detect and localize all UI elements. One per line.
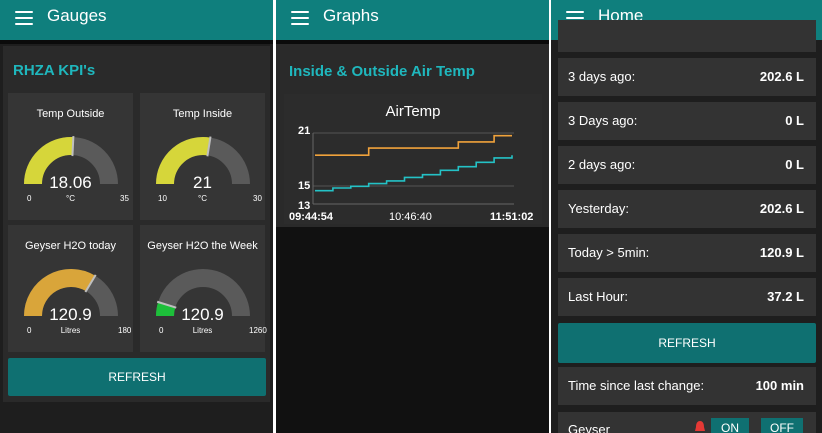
screen-title: Gauges [47,6,107,25]
stat-label: 3 Days ago: [568,113,638,128]
gauge-max: 1260 [249,326,267,335]
geyser-label: Geyser [568,422,610,433]
gauge-temp-outside: Temp Outside 18.06 °C 0 35 [8,93,133,220]
gauge-min: 0 [27,194,32,203]
gauge-max: 35 [120,194,129,203]
stat-label: 3 days ago: [568,69,636,84]
time-since-value: 100 min [755,378,804,393]
gauges-screen: Gauges RHZA KPI's Temp Outside 18.06 °C … [0,0,273,433]
gauge-temp-inside: Temp Inside 21 °C 10 30 [140,93,265,220]
stat-value: 37.2 L [767,289,804,304]
graphs-screen: Graphs Inside & Outside Air Temp AirTemp… [276,0,549,433]
refresh-button[interactable]: REFRESH [8,358,266,396]
stat-row: Today > 5min: 120.9 L [558,234,816,272]
stat-label: Today > 5min: [568,245,650,260]
section-title: RHZA KPI's [13,62,96,79]
chart-plot [312,132,514,205]
stat-row: 2 days ago: 0 L [558,146,816,184]
gauge-value: 120.9 [181,305,224,324]
x-tick-label: 10:46:40 [389,211,432,223]
stat-label: Yesterday: [568,201,629,216]
geyser-off-button[interactable]: OFF [761,418,803,433]
gauge-value: 21 [193,173,212,192]
stat-row: Last Hour: 37.2 L [558,278,816,316]
series-line-1 [315,155,513,192]
series-line-0 [315,134,512,156]
hamburger-menu-icon[interactable] [291,11,309,25]
gauge-title: Geyser H2O the Week [147,240,258,252]
divider [0,40,273,44]
airtemp-chart: AirTemp 21 15 13 09:44:54 10:46:40 11:51… [284,94,542,224]
home-screen: Home 3 days ago: 202.6 L 3 Days ago: 0 L… [551,0,822,433]
x-tick-label: 09:44:54 [289,211,334,223]
stat-label: 2 days ago: [568,157,636,172]
stat-label: Last Hour: [568,289,628,304]
y-tick-label: 21 [298,125,311,137]
row-partial [558,20,816,52]
gauge-value: 18.06 [49,173,92,192]
stat-row: 3 Days ago: 0 L [558,102,816,140]
stat-value: 120.9 L [759,245,804,260]
app-bar: Graphs [276,0,549,40]
x-tick-label: 11:51:02 [490,211,534,223]
gauge-geyser-today: Geyser H2O today 120.9 Litres 0 180 [8,225,133,352]
stat-row: Yesterday: 202.6 L [558,190,816,228]
gauge-max: 180 [118,326,132,335]
gauge-needle [71,136,75,157]
y-tick-label: 15 [298,180,311,192]
gauge-min: 0 [159,326,164,335]
gauge-title: Temp Inside [172,108,233,120]
screen-title: Graphs [323,6,379,25]
gauge-min: 10 [158,194,167,203]
section-title: Inside & Outside Air Temp [289,63,475,80]
gauge-min: 0 [27,326,32,335]
app-bar: Gauges [0,0,273,40]
stat-value: 0 L [785,157,804,172]
alarm-bell-icon [695,421,705,431]
time-since-row: Time since last change: 100 min [558,367,816,405]
gauge-title: Geyser H2O today [24,240,117,252]
stat-value: 202.6 L [759,201,804,216]
gauge-title: Temp Outside [36,108,105,120]
hamburger-menu-icon[interactable] [15,11,33,25]
refresh-button[interactable]: REFRESH [558,323,816,363]
gauge-value: 120.9 [49,305,92,324]
geyser-on-button[interactable]: ON [711,418,749,433]
gauge-geyser-week: Geyser H2O the Week 120.9 Litres 0 1260 [140,225,267,352]
stat-row: 3 days ago: 202.6 L [558,58,816,96]
time-since-label: Time since last change: [568,378,705,393]
gauge-max: 30 [253,194,262,203]
stat-value: 202.6 L [759,69,804,84]
stat-value: 0 L [785,113,804,128]
